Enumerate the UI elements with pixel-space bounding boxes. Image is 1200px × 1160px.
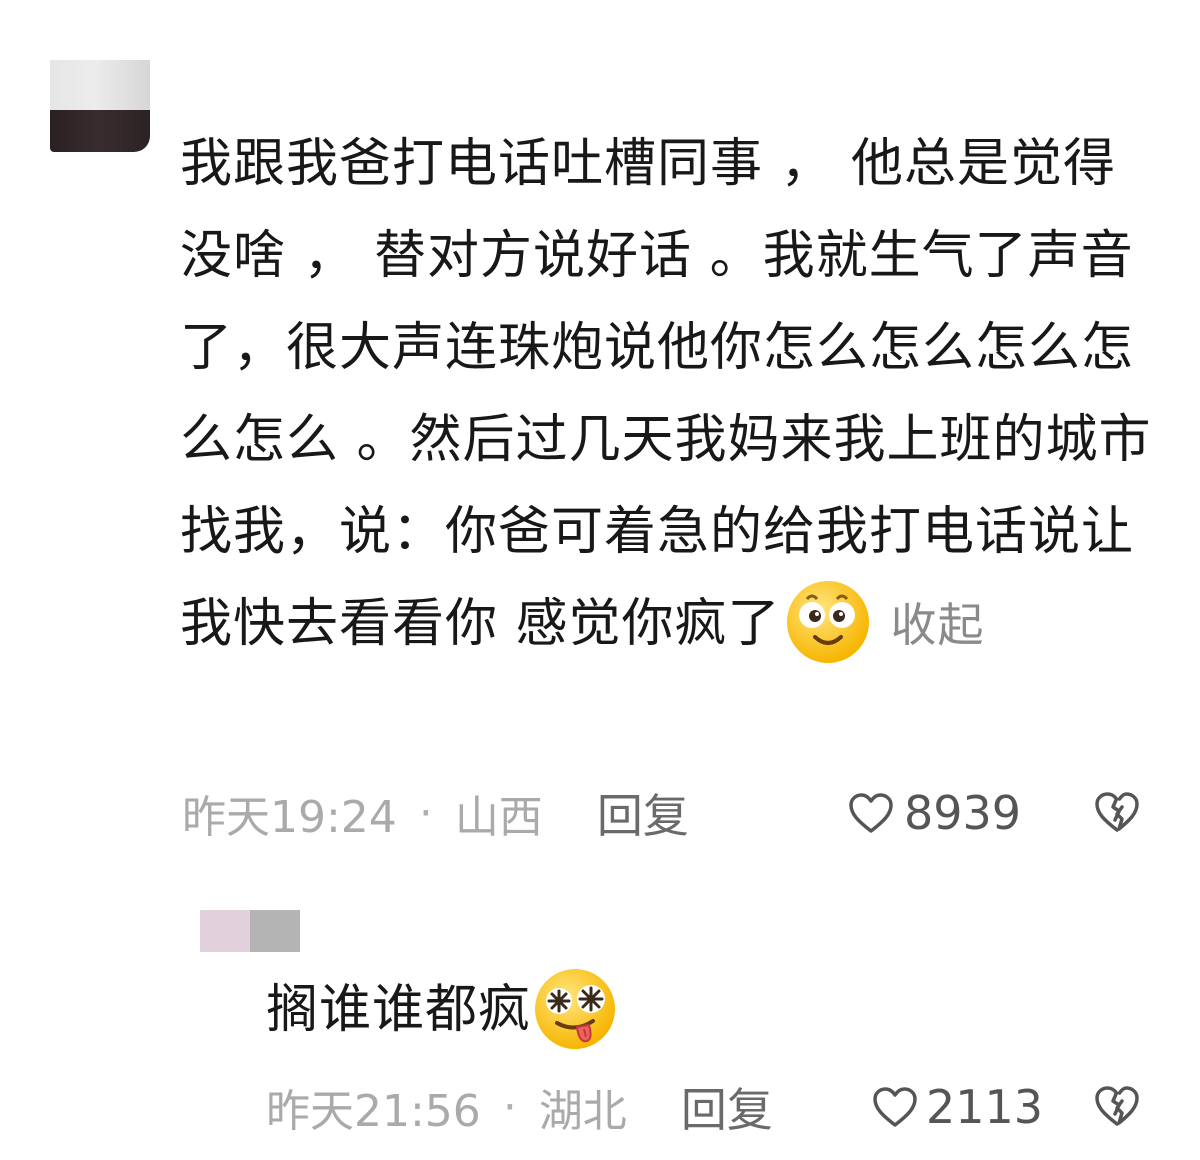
crazy-tongue-emoji-icon: [533, 967, 617, 1051]
reply-time: 昨天21:56: [266, 1086, 481, 1137]
reply-like-count: 2113: [926, 1080, 1044, 1134]
broken-heart-icon[interactable]: [1094, 1084, 1140, 1128]
heart-icon: [873, 1087, 917, 1127]
reply-text: 搁谁谁都疯: [266, 980, 532, 1040]
reply-reply-button[interactable]: 回复: [681, 1074, 773, 1140]
reply-location: 湖北: [538, 1086, 627, 1137]
comment-text: 我跟我爸打电话吐槽同事 ， 他总是觉得没啥 ， 替对方说好话 。我就生气了声音了…: [180, 134, 1152, 654]
comment-time: 昨天19:24: [182, 792, 397, 843]
smile-emoji-icon: [785, 579, 871, 665]
comment-meta: 昨天19:24 · 山西 回复 8939: [182, 778, 1142, 848]
heart-icon: [849, 793, 893, 833]
commenter-avatar[interactable]: [50, 60, 150, 152]
replier-avatar[interactable]: [200, 910, 300, 952]
reply-like-button[interactable]: 2113: [872, 1072, 1043, 1142]
collapse-button[interactable]: 收起: [891, 598, 985, 652]
reply-body: 搁谁谁都疯: [266, 968, 617, 1052]
comment-location: 山西: [454, 792, 543, 843]
like-count: 8939: [904, 786, 1022, 840]
meta-separator: ·: [502, 1081, 517, 1133]
meta-separator: ·: [418, 787, 433, 839]
reply-button[interactable]: 回复: [597, 780, 689, 846]
reply-meta: 昨天21:56 · 湖北 回复 2113: [266, 1072, 1146, 1142]
broken-heart-icon[interactable]: [1094, 790, 1140, 834]
like-button[interactable]: 8939: [848, 778, 1021, 848]
comment-body: 我跟我爸打电话吐槽同事 ， 他总是觉得没啥 ， 替对方说好话 。我就生气了声音了…: [180, 118, 1155, 671]
